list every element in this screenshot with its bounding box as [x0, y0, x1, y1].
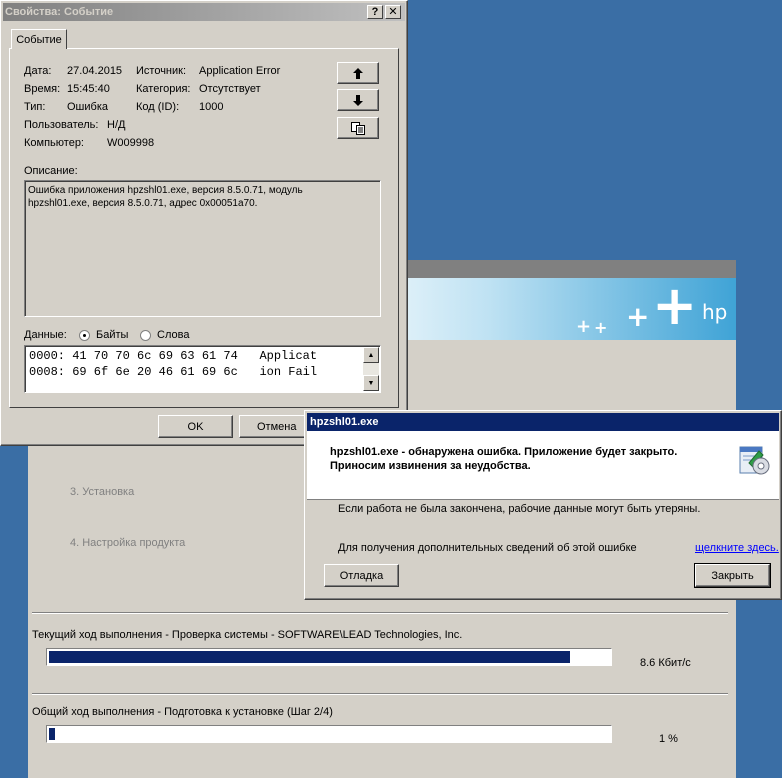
category-label: Категория:	[136, 83, 191, 95]
error-apology: Приносим извинения за неудобства.	[330, 460, 531, 472]
words-radio-label[interactable]: Слова	[157, 329, 189, 341]
scroll-up-button[interactable]: ▲	[363, 347, 379, 363]
overall-progress-label: Общий ход выполнения - Подготовка к уста…	[32, 706, 333, 718]
date-label: Дата:	[24, 65, 52, 77]
data-row: 0008: 69 6f 6e 20 46 61 69 6c ion Fail	[29, 365, 318, 379]
close-button[interactable]: ✕	[385, 5, 401, 19]
next-event-button[interactable]	[337, 89, 379, 111]
tab-event[interactable]: Событие	[11, 29, 67, 49]
cancel-button-label: Отмена	[257, 420, 297, 433]
copy-button[interactable]	[337, 117, 379, 139]
more-info-text: Для получения дополнительных сведений об…	[338, 542, 637, 554]
time-label: Время:	[24, 83, 61, 95]
cancel-button[interactable]: Отмена	[239, 415, 314, 438]
overall-progress-fill	[49, 728, 55, 740]
event-dialog-titlebar[interactable]: Свойства: Событие ? ✕	[3, 3, 405, 21]
type-value: Ошибка	[67, 101, 108, 113]
data-scrollbar[interactable]: ▲ ▼	[363, 347, 379, 391]
time-value: 15:45:40	[67, 83, 110, 95]
category-value: Отсутствует	[199, 83, 261, 95]
triangle-up-icon: ▲	[367, 351, 375, 359]
copy-icon	[351, 121, 365, 135]
overall-progress-percent: 1 %	[659, 733, 678, 745]
words-radio[interactable]	[140, 330, 151, 341]
current-progress-rate: 8.6 Кбит/с	[640, 657, 691, 669]
close-icon: ✕	[388, 5, 398, 18]
scroll-down-button[interactable]: ▼	[363, 375, 379, 391]
divider	[32, 612, 728, 614]
close-error-button[interactable]: Закрыть	[694, 563, 771, 588]
application-error-dialog: hpzshl01.exe hpzshl01.exe - обнаружена о…	[304, 410, 782, 600]
ok-button[interactable]: OK	[158, 415, 233, 438]
bytes-radio[interactable]	[79, 330, 90, 341]
error-header-panel: hpzshl01.exe - обнаружена ошибка. Прилож…	[307, 431, 779, 500]
hp-logo: hp	[702, 300, 728, 324]
event-dialog-title: Свойства: Событие	[5, 6, 114, 18]
description-line: hpzshl01.exe, версия 8.5.0.71, адрес 0x0…	[28, 198, 258, 209]
debug-button-label: Отладка	[339, 569, 384, 582]
type-label: Тип:	[24, 101, 46, 113]
application-error-icon	[739, 446, 770, 475]
computer-label: Компьютер:	[24, 137, 84, 149]
current-progress-fill	[49, 651, 570, 663]
data-loss-warning: Если работа не была закончена, рабочие д…	[338, 503, 701, 515]
source-label: Источник:	[136, 65, 187, 77]
description-label: Описание:	[24, 165, 78, 177]
more-info-link[interactable]: щелкните здесь.	[695, 542, 779, 554]
date-value: 27.04.2015	[67, 65, 123, 77]
plus-icon: +	[594, 318, 608, 337]
overall-progress-bar	[46, 725, 612, 743]
data-textbox[interactable]: 0000: 41 70 70 6c 69 63 61 74 Applicat 0…	[24, 345, 381, 393]
data-row: 0000: 41 70 70 6c 69 63 61 74 Applicat	[29, 349, 318, 363]
close-error-button-label: Закрыть	[711, 569, 754, 582]
debug-button[interactable]: Отладка	[324, 564, 399, 587]
arrow-down-icon	[353, 94, 363, 106]
previous-event-button[interactable]	[337, 62, 379, 84]
user-value: Н/Д	[107, 119, 126, 131]
help-button[interactable]: ?	[367, 5, 383, 19]
triangle-down-icon: ▼	[367, 379, 375, 387]
source-value: Application Error	[199, 65, 281, 77]
description-line: Ошибка приложения hpzshl01.exe, версия 8…	[28, 185, 303, 196]
plus-icon: +	[576, 316, 592, 337]
error-dialog-titlebar[interactable]: hpzshl01.exe	[307, 413, 779, 431]
step-configure: 4. Настройка продукта	[70, 537, 186, 549]
tab-event-label: Событие	[16, 33, 62, 46]
data-label: Данные:	[24, 329, 67, 341]
plus-icon: +	[626, 300, 650, 333]
arrow-up-icon	[353, 67, 363, 79]
current-progress-bar	[46, 648, 612, 666]
user-label: Пользователь:	[24, 119, 99, 131]
computer-value: W009998	[107, 137, 155, 149]
error-dialog-title: hpzshl01.exe	[310, 416, 379, 428]
bytes-radio-label[interactable]: Байты	[96, 329, 128, 341]
plus-icon: +	[652, 278, 698, 337]
step-install: 3. Установка	[70, 486, 135, 498]
code-label: Код (ID):	[136, 101, 180, 113]
help-icon: ?	[371, 5, 379, 18]
divider	[32, 693, 728, 695]
code-value: 1000	[199, 101, 224, 113]
current-progress-label: Текущий ход выполнения - Проверка систем…	[32, 629, 463, 641]
error-headline: hpzshl01.exe - обнаружена ошибка. Прилож…	[330, 446, 678, 458]
event-properties-dialog: Свойства: Событие ? ✕ Событие Дата: 27.0…	[0, 0, 408, 446]
ok-button-label: OK	[187, 420, 204, 433]
description-textbox[interactable]: Ошибка приложения hpzshl01.exe, версия 8…	[24, 180, 381, 317]
